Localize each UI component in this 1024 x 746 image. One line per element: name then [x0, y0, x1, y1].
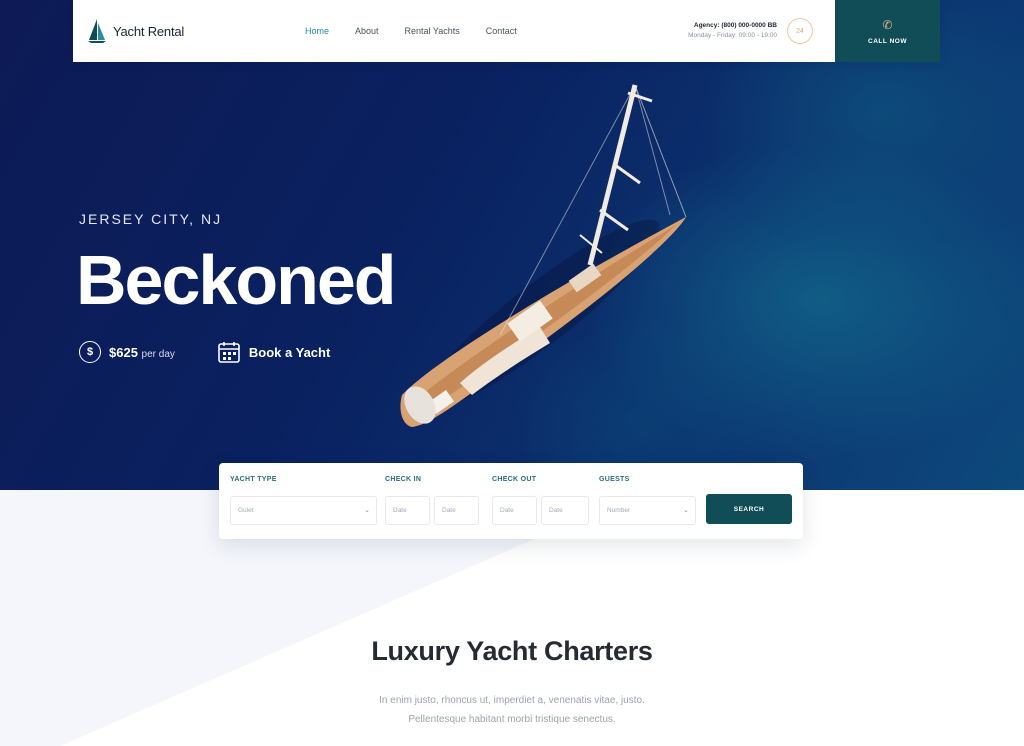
- book-yacht-link[interactable]: Book a Yacht: [217, 340, 330, 364]
- phone-icon: ✆: [882, 17, 893, 32]
- guests-label: GUESTS: [599, 476, 630, 483]
- hero-section: JERSEY CITY, NJ Beckoned $ $625 per day …: [0, 0, 1024, 510]
- support-badge-icon: 24: [787, 18, 813, 44]
- chevron-down-icon: ⌄: [364, 507, 370, 514]
- site-header: Yacht Rental Home About Rental Yachts Co…: [73, 0, 940, 62]
- check-in-date-start[interactable]: Date: [385, 496, 430, 525]
- hero-meta: $ $625 per day Book a Yacht: [79, 340, 330, 364]
- yacht-type-label: YACHT TYPE: [230, 476, 277, 483]
- section-description: In enim justo, rhoncus ut, imperdiet a, …: [379, 695, 645, 725]
- contact-info: Agency: (800) 000-0000 BB Monday - Frida…: [688, 21, 777, 42]
- call-now-button[interactable]: ✆ CALL NOW: [835, 0, 940, 62]
- check-in-date-end[interactable]: Date: [434, 496, 479, 525]
- book-yacht-label: Book a Yacht: [248, 344, 331, 360]
- guests-select[interactable]: Number ⌄: [599, 496, 696, 525]
- section-title: Luxury Yacht Charters: [371, 636, 653, 666]
- sailboat-logo-icon: [88, 19, 106, 43]
- nav-contact[interactable]: Contact: [486, 26, 517, 36]
- nav-about[interactable]: About: [355, 26, 379, 36]
- search-button[interactable]: SEARCH: [706, 494, 792, 524]
- logo[interactable]: Yacht Rental: [87, 18, 287, 44]
- badge-text: 24: [796, 27, 804, 35]
- hero-headline: Beckoned: [76, 241, 397, 319]
- search-bar: YACHT TYPE Gulet ⌄ CHECK IN Date Date CH…: [219, 463, 803, 539]
- check-out-date-end[interactable]: Date: [541, 496, 589, 525]
- check-in-label: CHECK IN: [385, 476, 422, 483]
- contact-phone: Agency: (800) 000-0000 BB: [693, 21, 777, 29]
- price-unit: per day: [141, 348, 175, 360]
- yacht-image: [400, 84, 687, 427]
- check-out-date-start[interactable]: Date: [492, 496, 537, 525]
- yacht-type-value: Gulet: [238, 507, 254, 514]
- nav-home[interactable]: Home: [305, 26, 329, 36]
- dollar-icon: $: [79, 341, 101, 363]
- price-info: $ $625 per day: [79, 341, 175, 363]
- hero-location: JERSEY CITY, NJ: [79, 211, 223, 227]
- main-nav: Home About Rental Yachts Contact: [305, 26, 517, 36]
- chevron-down-icon: ⌄: [683, 507, 689, 514]
- price-value: $625: [109, 344, 138, 360]
- contact-hours: Monday - Friday: 09:00 - 19:00: [688, 32, 777, 39]
- yacht-type-select[interactable]: Gulet ⌄: [230, 496, 377, 525]
- check-out-label: CHECK OUT: [492, 476, 537, 483]
- calendar-icon: [218, 342, 240, 363]
- nav-rental-yachts[interactable]: Rental Yachts: [405, 26, 460, 36]
- call-now-label: CALL NOW: [868, 37, 907, 45]
- guests-value: Number: [607, 507, 631, 514]
- logo-text: Yacht Rental: [113, 23, 185, 39]
